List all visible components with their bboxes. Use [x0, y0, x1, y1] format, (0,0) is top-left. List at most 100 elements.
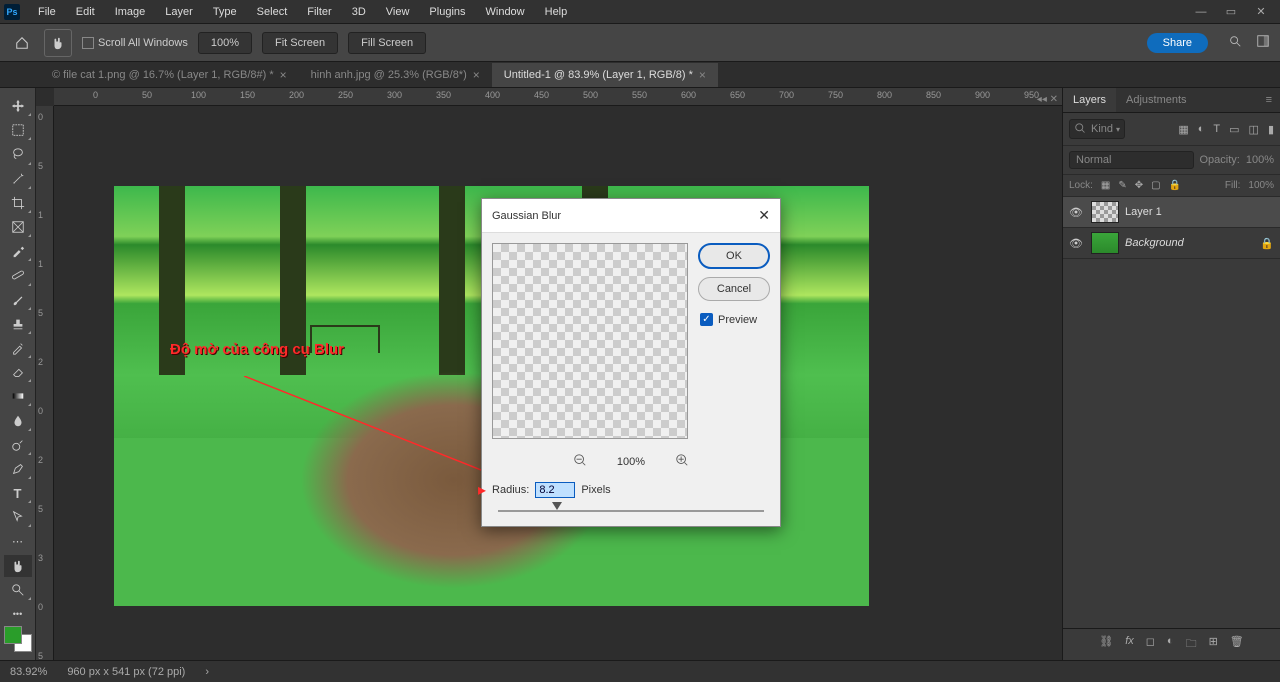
fill-screen-button[interactable]: Fill Screen	[348, 32, 426, 54]
menu-filter[interactable]: Filter	[297, 2, 341, 22]
frame-tool[interactable]	[4, 216, 32, 238]
layer-mask-icon[interactable]: ◻	[1146, 635, 1155, 654]
pen-tool[interactable]	[4, 458, 32, 480]
tab-layers[interactable]: Layers	[1063, 88, 1116, 112]
share-button[interactable]: Share	[1147, 33, 1208, 53]
document-tab[interactable]: hinh anh.jpg @ 25.3% (RGB/8*)×	[299, 63, 492, 87]
scroll-all-checkbox[interactable]: Scroll All Windows	[82, 37, 188, 49]
move-tool[interactable]	[4, 95, 32, 117]
zoom-out-icon[interactable]	[573, 453, 587, 470]
status-zoom[interactable]: 83.92%	[10, 666, 47, 678]
menu-type[interactable]: Type	[203, 2, 247, 22]
radius-slider[interactable]	[482, 506, 780, 526]
menu-edit[interactable]: Edit	[66, 2, 105, 22]
filter-type-icon[interactable]: T	[1213, 123, 1220, 136]
layer-row[interactable]: 👁Background🔒	[1063, 228, 1280, 259]
tab-close-icon[interactable]: ×	[280, 68, 287, 82]
hand-tool[interactable]	[4, 555, 32, 577]
crop-tool[interactable]	[4, 192, 32, 214]
menu-file[interactable]: File	[28, 2, 66, 22]
minimize-icon[interactable]: —	[1186, 2, 1216, 22]
filter-pixel-icon[interactable]: ▦	[1178, 123, 1188, 136]
layer-name[interactable]: Layer 1	[1125, 206, 1162, 218]
dialog-close-button[interactable]: ✕	[758, 207, 770, 224]
radius-input[interactable]	[535, 482, 575, 498]
status-dimensions[interactable]: 960 px x 541 px (72 ppi)	[67, 666, 185, 678]
link-layers-icon[interactable]: ⛓	[1099, 635, 1113, 654]
menu-select[interactable]: Select	[247, 2, 298, 22]
lock-transparent-icon[interactable]: ▦	[1101, 180, 1110, 191]
lasso-tool[interactable]	[4, 143, 32, 165]
gradient-tool[interactable]	[4, 385, 32, 407]
document-tab[interactable]: Untitled-1 @ 83.9% (Layer 1, RGB/8) *×	[492, 63, 718, 87]
visibility-icon[interactable]: 👁	[1069, 237, 1085, 250]
tab-adjustments[interactable]: Adjustments	[1116, 88, 1197, 112]
ok-button[interactable]: OK	[698, 243, 770, 269]
tab-close-icon[interactable]: ×	[699, 68, 706, 82]
lock-all-icon[interactable]: 🔒	[1169, 180, 1181, 191]
new-layer-icon[interactable]: ⊞	[1209, 635, 1218, 654]
current-tool-icon[interactable]	[44, 29, 72, 57]
close-icon[interactable]: ✕	[1246, 2, 1276, 22]
quick-select-tool[interactable]	[4, 168, 32, 190]
panel-collapse-icon[interactable]: ◂◂ ✕	[1037, 94, 1058, 105]
path-select-tool[interactable]	[4, 506, 32, 528]
menu-image[interactable]: Image	[105, 2, 156, 22]
eraser-tool[interactable]	[4, 361, 32, 383]
menu-plugins[interactable]: Plugins	[419, 2, 475, 22]
type-tool[interactable]: T	[4, 482, 32, 504]
lock-position-icon[interactable]: ✥	[1135, 180, 1143, 191]
fit-screen-button[interactable]: Fit Screen	[262, 32, 338, 54]
menu-3d[interactable]: 3D	[342, 2, 376, 22]
zoom-tool[interactable]	[4, 579, 32, 601]
group-icon[interactable]: 🗀	[1186, 635, 1197, 654]
dialog-preview-image[interactable]	[492, 243, 688, 439]
stamp-tool[interactable]	[4, 313, 32, 335]
dodge-tool[interactable]	[4, 434, 32, 456]
visibility-icon[interactable]: 👁	[1069, 206, 1085, 219]
blend-mode-select[interactable]: Normal	[1069, 151, 1194, 169]
layer-fx-icon[interactable]: fx	[1125, 635, 1134, 654]
layer-row[interactable]: 👁 Layer 1	[1063, 197, 1280, 228]
brush-tool[interactable]	[4, 289, 32, 311]
layer-kind-filter[interactable]: Kind ▾	[1069, 119, 1125, 139]
foreground-color-swatch[interactable]	[4, 626, 22, 644]
layer-thumbnail[interactable]	[1091, 201, 1119, 223]
filter-shape-icon[interactable]: ▭	[1229, 123, 1239, 136]
layer-thumbnail[interactable]	[1091, 232, 1119, 254]
edit-toolbar[interactable]: ⋯	[4, 530, 32, 552]
preview-checkbox[interactable]: ✓ Preview	[700, 313, 770, 326]
zoom-100-button[interactable]: 100%	[198, 32, 252, 54]
lock-artboard-icon[interactable]: ▢	[1151, 180, 1160, 191]
filter-toggle-icon[interactable]: ▮	[1268, 123, 1274, 136]
menu-window[interactable]: Window	[476, 2, 535, 22]
color-swatches[interactable]	[4, 626, 32, 652]
healing-tool[interactable]	[4, 264, 32, 286]
search-icon[interactable]	[1228, 34, 1242, 51]
home-button[interactable]	[10, 31, 34, 55]
tab-close-icon[interactable]: ×	[473, 68, 480, 82]
slider-handle-icon[interactable]	[552, 502, 562, 510]
menu-layer[interactable]: Layer	[155, 2, 203, 22]
dialog-titlebar[interactable]: Gaussian Blur ✕	[482, 199, 780, 233]
menu-view[interactable]: View	[376, 2, 420, 22]
blur-tool[interactable]	[4, 409, 32, 431]
fill-value[interactable]: 100%	[1248, 180, 1274, 191]
panel-menu-icon[interactable]: ≡	[1258, 88, 1280, 112]
eyedropper-tool[interactable]	[4, 240, 32, 262]
status-chevron-icon[interactable]: ›	[205, 666, 209, 678]
maximize-icon[interactable]: ▭	[1216, 2, 1246, 22]
lock-image-icon[interactable]: ✎	[1118, 180, 1126, 191]
filter-smart-icon[interactable]: ◫	[1249, 123, 1259, 136]
opacity-value[interactable]: 100%	[1246, 154, 1274, 166]
adjustment-layer-icon[interactable]: ◐	[1167, 635, 1174, 654]
document-tab[interactable]: © file cat 1.png @ 16.7% (Layer 1, RGB/8…	[40, 63, 299, 87]
zoom-in-icon[interactable]	[675, 453, 689, 470]
cancel-button[interactable]: Cancel	[698, 277, 770, 301]
workspace-icon[interactable]	[1256, 34, 1270, 51]
filter-adjust-icon[interactable]: ◐	[1198, 123, 1205, 136]
menu-help[interactable]: Help	[535, 2, 578, 22]
toolbar-more[interactable]: •••	[4, 603, 32, 625]
delete-layer-icon[interactable]: 🗑	[1230, 635, 1244, 654]
layer-name[interactable]: Background	[1125, 237, 1184, 249]
